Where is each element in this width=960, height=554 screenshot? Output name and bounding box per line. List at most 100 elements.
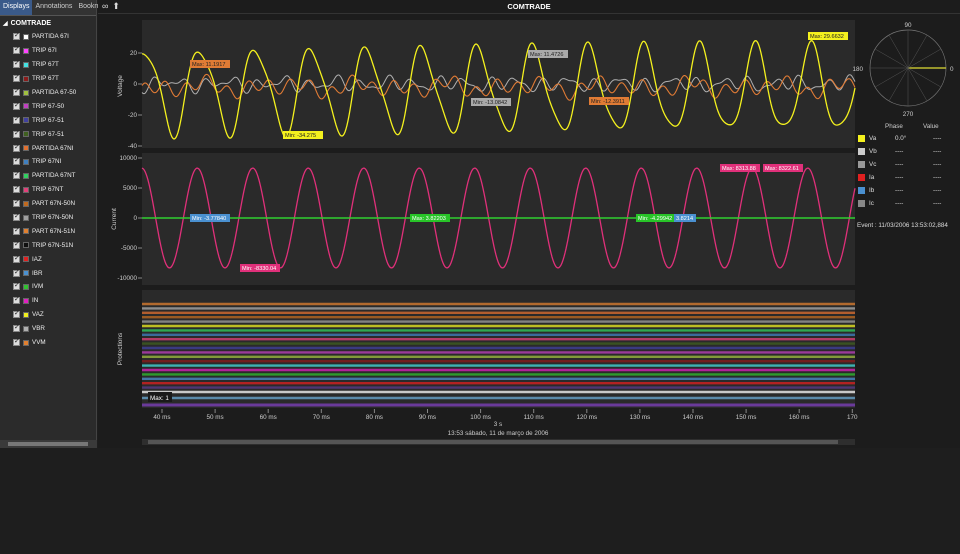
current-plot[interactable]: Current 10000 5000 0 -5000 -10000 Min: -3.77… bbox=[111, 153, 856, 285]
channel-checkbox[interactable] bbox=[13, 212, 20, 222]
channel-color-swatch bbox=[23, 228, 29, 235]
time-tick-label: 130 ms bbox=[630, 414, 651, 421]
channel-checkbox[interactable] bbox=[13, 198, 20, 208]
channel-color-swatch bbox=[23, 47, 29, 54]
voltage-plot[interactable]: Voltage 20 0 -20 -40 Max: 11.1917 Min: -34.2… bbox=[117, 20, 856, 150]
phase-color-box[interactable] bbox=[858, 200, 865, 207]
page-title: COMTRADE bbox=[507, 2, 551, 11]
phase-row[interactable]: Ic ---- ---- bbox=[855, 197, 960, 210]
channel-checkbox[interactable] bbox=[13, 170, 20, 180]
horizontal-scrollbar[interactable] bbox=[0, 440, 97, 448]
scrollbar-thumb[interactable] bbox=[8, 442, 88, 446]
time-tick-label: 140 ms bbox=[683, 414, 704, 421]
channel-label: TRIP 67NT bbox=[32, 186, 64, 194]
channel-item[interactable]: PARTIDA 67I bbox=[0, 30, 96, 44]
channel-label: TRIP 67-50 bbox=[32, 102, 65, 110]
channel-item[interactable]: TRIP 67T bbox=[0, 58, 96, 72]
channel-label: TRIP 67-51 bbox=[32, 130, 65, 138]
channel-item[interactable]: IN bbox=[0, 294, 96, 308]
phase-row[interactable]: Va 0.0° ---- bbox=[855, 132, 960, 145]
channel-checkbox[interactable] bbox=[13, 87, 20, 96]
channel-item[interactable]: VVM bbox=[0, 336, 96, 350]
channel-checkbox[interactable] bbox=[13, 143, 20, 152]
channel-checkbox[interactable] bbox=[13, 156, 20, 166]
channel-checkbox[interactable] bbox=[13, 45, 20, 55]
time-scrollbar-thumb[interactable] bbox=[148, 440, 838, 444]
tab-annotations[interactable]: Annotations bbox=[32, 0, 75, 15]
phase-color-box[interactable] bbox=[858, 135, 865, 142]
current-marker-label: Max: 8313.88 bbox=[722, 166, 756, 172]
time-axis-center-label: 3 s bbox=[494, 421, 502, 428]
time-tick-label: 70 ms bbox=[313, 414, 330, 421]
phase-color-box[interactable] bbox=[858, 187, 865, 194]
protections-plot[interactable]: Protections Max: 1 bbox=[117, 290, 855, 408]
channel-item[interactable]: PARTIDA 67-50 bbox=[0, 86, 96, 100]
channel-checkbox[interactable] bbox=[13, 295, 20, 305]
channel-item[interactable]: PARTIDA 67NI bbox=[0, 141, 96, 155]
phase-color-box[interactable] bbox=[858, 161, 865, 168]
channel-item[interactable]: PART 67N-51N bbox=[0, 224, 96, 238]
channel-checkbox[interactable] bbox=[13, 240, 20, 249]
channel-item[interactable]: PARTIDA 67NT bbox=[0, 169, 96, 183]
channel-checkbox[interactable] bbox=[13, 59, 20, 69]
voltage-tick-label: -40 bbox=[128, 143, 138, 150]
channel-checkbox[interactable] bbox=[13, 73, 20, 83]
phasor-grid-line bbox=[874, 48, 909, 69]
channel-item[interactable]: TRIP 67-50 bbox=[0, 99, 96, 113]
channel-checkbox[interactable] bbox=[13, 129, 20, 138]
channel-checkbox[interactable] bbox=[13, 31, 20, 41]
channel-checkbox[interactable] bbox=[13, 115, 20, 124]
phase-row[interactable]: Vb ---- ---- bbox=[855, 145, 960, 158]
channel-checkbox[interactable] bbox=[13, 184, 20, 194]
channel-label: VAZ bbox=[32, 311, 44, 319]
current-tick-label: 10000 bbox=[119, 155, 137, 162]
phase-angle: ---- bbox=[895, 148, 904, 155]
voltage-tick-label: 0 bbox=[133, 81, 137, 88]
channel-checkbox[interactable] bbox=[13, 337, 20, 347]
voltage-marker-label: Max: 11.4726 bbox=[530, 52, 563, 58]
channel-item[interactable]: TRIP 67N-50N bbox=[0, 211, 96, 225]
channel-item[interactable]: IVM bbox=[0, 280, 96, 294]
channel-item[interactable]: TRIP 67-51 bbox=[0, 113, 96, 127]
channel-color-swatch bbox=[23, 89, 29, 96]
channel-color-swatch bbox=[23, 311, 29, 318]
channel-item[interactable]: IBR bbox=[0, 266, 96, 280]
channel-checkbox[interactable] bbox=[13, 254, 20, 263]
channel-item[interactable]: TRIP 67NI bbox=[0, 155, 96, 169]
phasor-label-90: 90 bbox=[904, 22, 912, 29]
voltage-tick-label: 20 bbox=[130, 50, 138, 57]
plots-canvas[interactable]: Voltage 20 0 -20 -40 Max: 11.1917 Min: -34.2… bbox=[98, 14, 960, 448]
channel-color-swatch bbox=[23, 242, 29, 249]
channel-item[interactable]: TRIP 67-51 bbox=[0, 127, 96, 141]
channel-checkbox[interactable] bbox=[13, 268, 20, 277]
collapse-arrow-icon[interactable]: ◢ bbox=[3, 20, 8, 27]
channel-item[interactable]: TRIP 67I bbox=[0, 44, 96, 58]
channel-checkbox[interactable] bbox=[13, 101, 20, 110]
channel-checkbox[interactable] bbox=[13, 281, 20, 291]
channel-item[interactable]: TRIP 67T bbox=[0, 72, 96, 86]
phase-row[interactable]: Ib ---- ---- bbox=[855, 184, 960, 197]
phase-row[interactable]: Vc ---- ---- bbox=[855, 158, 960, 171]
channel-item[interactable]: VAZ bbox=[0, 308, 96, 322]
phase-color-box[interactable] bbox=[858, 148, 865, 155]
channel-item[interactable]: VBR bbox=[0, 322, 96, 336]
tree-root[interactable]: ◢ COMTRADE bbox=[0, 16, 96, 30]
voltage-marker-label: Min: -34.275 bbox=[285, 133, 316, 139]
channel-item[interactable]: IAZ bbox=[0, 252, 96, 266]
phase-angle: ---- bbox=[895, 174, 904, 181]
phase-row[interactable]: Ia ---- ---- bbox=[855, 171, 960, 184]
channel-color-swatch bbox=[23, 214, 29, 221]
tab-displays[interactable]: Displays bbox=[0, 0, 33, 15]
channel-item[interactable]: PART 67N-50N bbox=[0, 197, 96, 211]
channel-label: PART 67N-51N bbox=[32, 227, 76, 235]
phase-value: ---- bbox=[933, 148, 942, 155]
channel-checkbox[interactable] bbox=[13, 226, 20, 235]
phase-color-box[interactable] bbox=[858, 174, 865, 181]
current-marker-label: Max: 8322.61 bbox=[765, 166, 799, 172]
phase-value: ---- bbox=[933, 135, 942, 142]
channel-checkbox[interactable] bbox=[13, 309, 20, 319]
channel-item[interactable]: TRIP 67NT bbox=[0, 183, 96, 197]
channel-checkbox[interactable] bbox=[13, 323, 20, 333]
phase-value: ---- bbox=[933, 174, 942, 181]
channel-item[interactable]: TRIP 67N-51N bbox=[0, 238, 96, 252]
